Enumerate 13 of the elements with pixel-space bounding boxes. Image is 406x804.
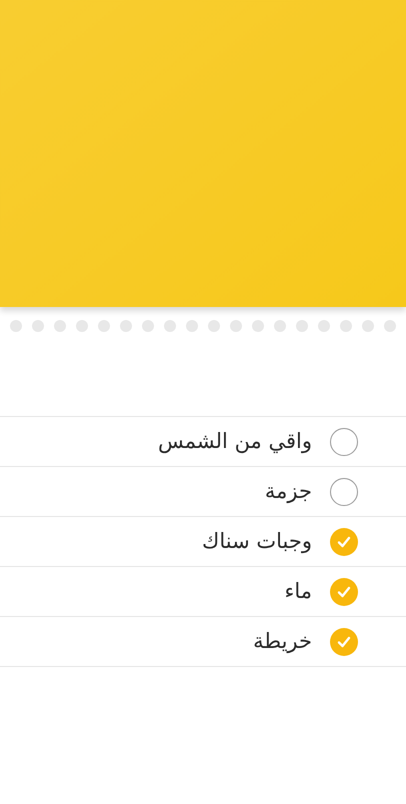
checkbox[interactable] — [330, 578, 358, 606]
check-icon — [337, 536, 351, 548]
item-label: خريطة — [253, 628, 312, 656]
item-label: واقي من الشمس — [158, 428, 312, 456]
checkbox[interactable] — [330, 478, 358, 506]
checkbox[interactable] — [330, 628, 358, 656]
checkbox[interactable] — [330, 428, 358, 456]
item-label: جزمة — [264, 478, 312, 506]
check-icon — [337, 586, 351, 598]
item-label: ماء — [284, 578, 312, 605]
checkbox[interactable] — [330, 528, 358, 556]
item-label: وجبات سناك — [202, 528, 312, 556]
check-icon — [337, 636, 351, 648]
